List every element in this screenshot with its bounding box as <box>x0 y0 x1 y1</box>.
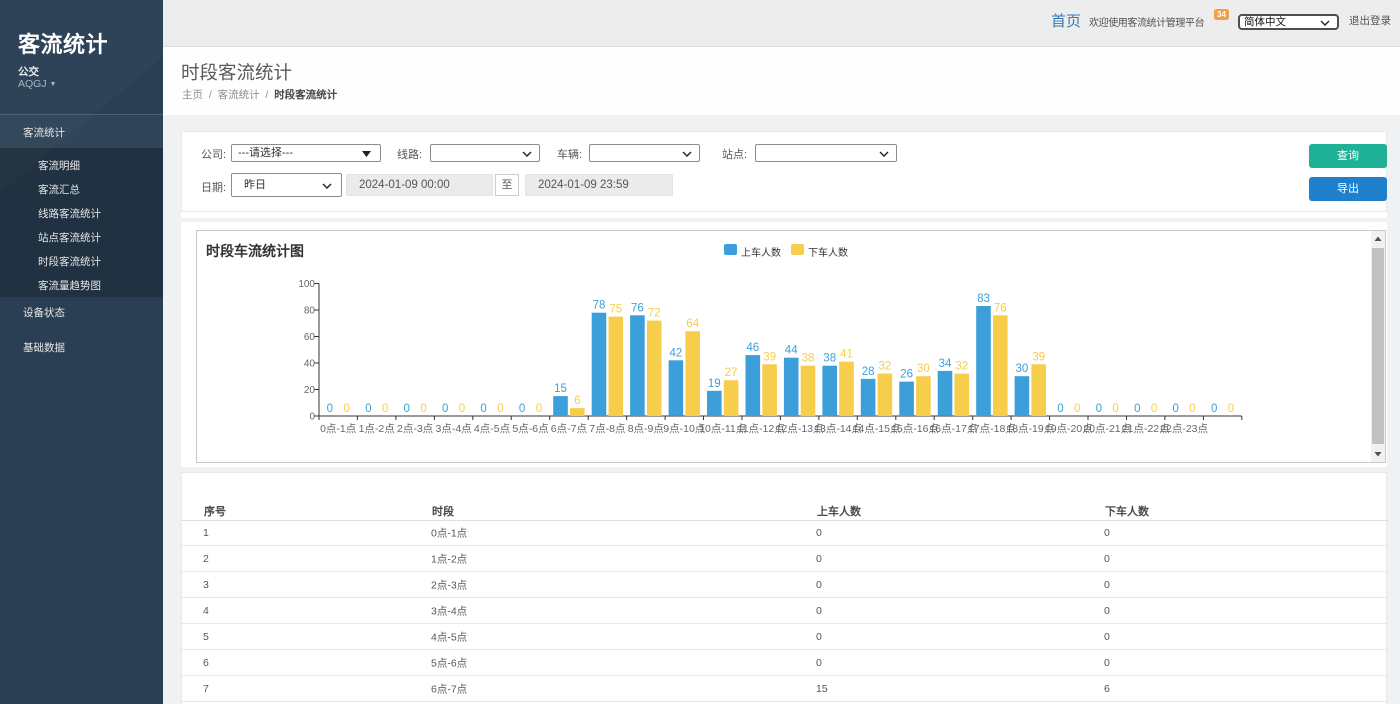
svg-text:83: 83 <box>977 293 990 305</box>
svg-text:0: 0 <box>1074 403 1080 415</box>
svg-text:4点-5点: 4点-5点 <box>474 423 510 435</box>
svg-text:19: 19 <box>708 378 721 390</box>
svg-text:6: 6 <box>574 395 580 407</box>
svg-text:0: 0 <box>327 403 333 415</box>
svg-text:0: 0 <box>309 412 315 423</box>
svg-text:0: 0 <box>1211 403 1217 415</box>
svg-text:60: 60 <box>304 332 316 343</box>
svg-text:0: 0 <box>1134 403 1140 415</box>
svg-text:0: 0 <box>343 403 349 415</box>
svg-text:0: 0 <box>480 403 486 415</box>
svg-text:80: 80 <box>304 306 316 317</box>
svg-text:30: 30 <box>917 363 930 375</box>
svg-text:39: 39 <box>763 351 776 363</box>
svg-text:0: 0 <box>442 403 448 415</box>
svg-text:0: 0 <box>1112 403 1118 415</box>
svg-text:38: 38 <box>823 353 836 365</box>
svg-text:15: 15 <box>554 383 567 395</box>
svg-text:0: 0 <box>1172 403 1178 415</box>
svg-text:20: 20 <box>304 385 316 396</box>
svg-text:0: 0 <box>519 403 525 415</box>
svg-text:0: 0 <box>403 403 409 415</box>
svg-text:8点-9点: 8点-9点 <box>628 423 664 435</box>
svg-text:0: 0 <box>1151 403 1157 415</box>
svg-text:30: 30 <box>1016 363 1029 375</box>
svg-text:28: 28 <box>862 366 875 378</box>
svg-text:46: 46 <box>746 342 759 354</box>
svg-text:78: 78 <box>593 300 606 312</box>
svg-text:0: 0 <box>1057 403 1063 415</box>
svg-text:32: 32 <box>955 361 968 373</box>
svg-text:32: 32 <box>879 361 892 373</box>
svg-text:0: 0 <box>1096 403 1102 415</box>
svg-text:0: 0 <box>1228 403 1234 415</box>
svg-text:72: 72 <box>648 308 661 320</box>
svg-text:27: 27 <box>725 367 738 379</box>
svg-text:64: 64 <box>686 318 699 330</box>
svg-text:0: 0 <box>1189 403 1195 415</box>
svg-text:26: 26 <box>900 369 913 381</box>
svg-text:0: 0 <box>536 403 542 415</box>
svg-text:0: 0 <box>459 403 465 415</box>
svg-text:76: 76 <box>994 302 1007 314</box>
svg-text:3点-4点: 3点-4点 <box>436 423 472 435</box>
svg-text:6点-7点: 6点-7点 <box>551 423 587 435</box>
svg-text:100: 100 <box>298 279 315 290</box>
svg-text:34: 34 <box>939 358 952 370</box>
svg-text:0: 0 <box>382 403 388 415</box>
svg-text:1点-2点: 1点-2点 <box>359 423 395 435</box>
svg-text:41: 41 <box>840 349 853 361</box>
svg-text:5点-6点: 5点-6点 <box>512 423 548 435</box>
svg-text:38: 38 <box>802 353 815 365</box>
svg-text:40: 40 <box>304 359 316 370</box>
svg-text:76: 76 <box>631 302 644 314</box>
svg-text:44: 44 <box>785 345 798 357</box>
svg-text:0: 0 <box>365 403 371 415</box>
svg-text:22点-23点: 22点-23点 <box>1160 423 1208 435</box>
svg-text:39: 39 <box>1032 351 1045 363</box>
svg-text:7点-8点: 7点-8点 <box>589 423 625 435</box>
svg-text:75: 75 <box>609 304 622 316</box>
svg-text:2点-3点: 2点-3点 <box>397 423 433 435</box>
svg-text:0: 0 <box>497 403 503 415</box>
svg-text:42: 42 <box>670 347 683 359</box>
svg-text:0点-1点: 0点-1点 <box>320 423 356 435</box>
svg-text:0: 0 <box>420 403 426 415</box>
